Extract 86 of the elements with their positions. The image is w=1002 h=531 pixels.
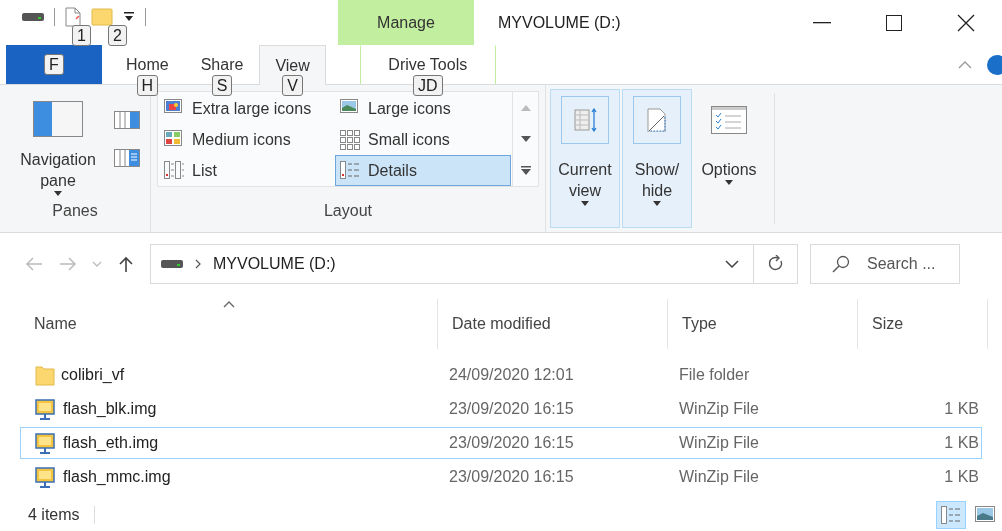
caret-icon: [54, 191, 62, 196]
file-name: colibri_vf: [61, 366, 125, 384]
column-header[interactable]: Type: [668, 299, 858, 349]
date-cell-text: 23/09/2020 16:15: [448, 434, 575, 452]
date-cell-text: 23/09/2020 16:15: [448, 400, 575, 418]
keytip: V: [282, 75, 303, 96]
address-text: MYVOLUME (D:): [213, 255, 336, 273]
size-cell-text: 1 KB: [943, 434, 980, 452]
document-icon: [645, 108, 669, 132]
list-icon: [164, 160, 184, 181]
keytip: 2: [108, 25, 127, 46]
context-tab-header: Manage: [338, 0, 474, 45]
caret-icon: [653, 201, 661, 206]
drive-icon[interactable]: [22, 11, 44, 22]
file-row[interactable]: flash_eth.img 23/09/2020 16:15 WinZip File 1 KB: [20, 427, 982, 459]
dropdown-icon[interactable]: [725, 260, 739, 268]
group-label: Layout: [322, 202, 373, 221]
drive-icon: [161, 259, 183, 269]
help-icon[interactable]: [986, 53, 1002, 76]
file-row[interactable]: flash_blk.img 23/09/2020 16:15 WinZip File 1 KB: [20, 393, 982, 425]
ribbon-button[interactable]: Options: [694, 89, 764, 228]
keytip: H: [136, 75, 159, 96]
column-header[interactable]: Date modified: [438, 299, 668, 349]
layout-option[interactable]: Small icons: [335, 124, 511, 155]
column-header[interactable]: Name: [20, 299, 438, 349]
search-field[interactable]: Search ...: [810, 244, 960, 284]
keytip: F: [44, 54, 64, 75]
group-label: Panes: [51, 202, 99, 221]
details-view-button[interactable]: [936, 501, 966, 529]
file-name: flash_mmc.img: [63, 468, 171, 486]
file-row[interactable]: colibri_vf 24/09/2020 12:01 File folder: [20, 359, 982, 391]
keytip: S: [211, 75, 233, 96]
back-icon: [24, 255, 44, 273]
type-cell-text: WinZip File: [678, 468, 760, 486]
size-cell-text: 1 KB: [943, 400, 980, 418]
navigation-pane-button[interactable]: Navigation pane: [6, 91, 110, 202]
date-cell-text: 23/09/2020 16:15: [448, 468, 575, 486]
window-title: MYVOLUME (D:): [498, 13, 621, 32]
layout-option[interactable]: Large icons: [335, 93, 511, 124]
sort-ascending-icon: [222, 301, 235, 308]
date-cell-text: 24/09/2020 12:01: [448, 366, 575, 384]
caret-icon: [520, 136, 531, 142]
layout-option[interactable]: Details: [335, 155, 511, 186]
type-cell-text: WinZip File: [678, 434, 760, 452]
expand-icon: [520, 165, 531, 175]
close-icon: [957, 13, 975, 32]
layout-option[interactable]: List: [159, 155, 335, 186]
grid-icon: [340, 129, 360, 150]
refresh-icon: [767, 255, 784, 273]
address-bar[interactable]: MYVOLUME (D:): [150, 244, 798, 284]
landscape-icon: [975, 506, 995, 524]
file-tab[interactable]: [6, 45, 102, 84]
type-cell-text: File folder: [678, 366, 751, 384]
maximize-icon: [886, 14, 902, 31]
caret-icon: [520, 104, 531, 111]
details-icon: [941, 506, 961, 524]
layout-option[interactable]: Extra large icons: [159, 93, 335, 124]
file-name: flash_blk.img: [63, 400, 157, 418]
keytip: JD: [413, 75, 443, 96]
search-icon: [832, 255, 850, 273]
details-icon: [340, 160, 360, 181]
chevron-icon: [92, 261, 102, 267]
layout-option[interactable]: Medium icons: [159, 124, 335, 155]
document-icon[interactable]: [65, 6, 81, 27]
minimize-icon: [813, 21, 831, 24]
keytip: 1: [72, 25, 91, 46]
details-pane-icon[interactable]: [114, 149, 140, 167]
chevron-icon: [195, 259, 201, 269]
collapse-ribbon-icon[interactable]: [958, 60, 972, 69]
folder-icon: [35, 364, 55, 386]
caret-icon: [725, 180, 733, 185]
type-cell-text: WinZip File: [678, 400, 760, 418]
ribbon-button[interactable]: Current view: [550, 89, 620, 228]
file-row[interactable]: flash_mmc.img 23/09/2020 16:15 WinZip File 1 KB: [20, 461, 982, 493]
item-count: 4 items: [28, 506, 95, 524]
forward-icon: [58, 255, 78, 273]
file-name: flash_eth.img: [63, 434, 159, 452]
table-resize-icon: [573, 108, 597, 132]
options-icon: [711, 106, 747, 134]
pane-layout-icon: [33, 101, 83, 137]
dropdown-icon[interactable]: [123, 11, 135, 22]
size-cell-text: 1 KB: [943, 468, 980, 486]
ribbon-button[interactable]: Show/ hide: [622, 89, 692, 228]
caret-icon: [581, 201, 589, 206]
preview-pane-icon[interactable]: [114, 111, 140, 129]
column-header[interactable]: Size: [858, 299, 988, 349]
